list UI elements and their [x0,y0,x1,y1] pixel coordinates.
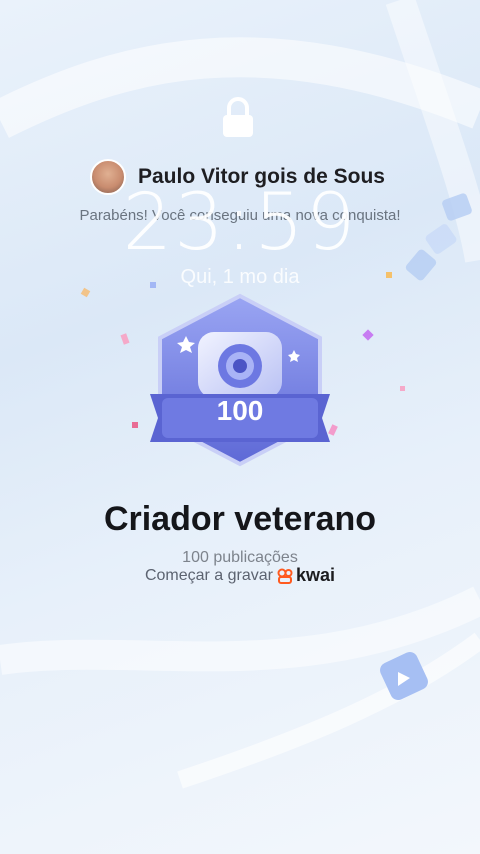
start-recording-link[interactable]: Começar a gravar kwai [0,565,480,586]
camera-icon [198,332,282,398]
lockscreen-clock: 23:59 [122,178,358,268]
lock-icon [223,97,253,137]
kwai-brand-text: kwai [296,565,336,585]
achievement-title: Criador veterano [103,500,377,538]
badge-number: 100 [216,395,264,426]
achievement-badge [150,293,330,467]
lockscreen-date: Qui, 1 mo dia [180,266,300,288]
start-recording-label: Começar a gravar [144,566,273,584]
kwai-logo-icon [277,568,293,584]
